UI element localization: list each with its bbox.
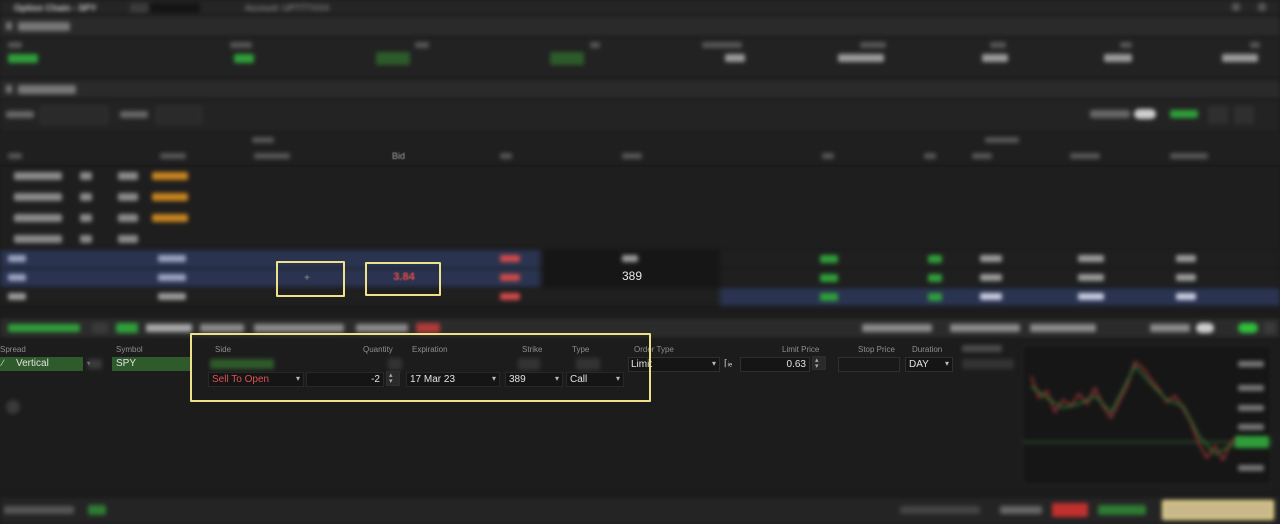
symbol-field[interactable]: SPY bbox=[112, 357, 192, 371]
dropdown-icon: ▾ bbox=[554, 374, 559, 383]
menu-icon[interactable] bbox=[1264, 322, 1276, 334]
expiration-value: 17 Mar 23 bbox=[410, 374, 456, 385]
spread-select[interactable] bbox=[40, 106, 108, 124]
table-row[interactable] bbox=[0, 229, 1280, 250]
expiration-rows bbox=[0, 166, 1280, 250]
highlighted-bid-value[interactable]: 3.84 bbox=[372, 271, 436, 287]
analyze-toggle[interactable] bbox=[1134, 109, 1156, 119]
chart-toggle[interactable] bbox=[1238, 323, 1258, 333]
window-title: Option Chain - SPY bbox=[14, 3, 97, 13]
spread-value: Vertical bbox=[16, 358, 49, 369]
collapse-icon[interactable] bbox=[6, 85, 12, 93]
settings-icon[interactable] bbox=[1208, 106, 1228, 124]
vertical-tab[interactable] bbox=[146, 324, 192, 332]
limit-price-label: Limit Price bbox=[782, 345, 820, 354]
price-chart[interactable] bbox=[1022, 345, 1273, 485]
bid-chip bbox=[376, 52, 410, 65]
symbol-value: SPY bbox=[116, 358, 137, 369]
duration-value: DAY bbox=[909, 359, 929, 370]
confirm-and-send-button[interactable] bbox=[1162, 500, 1274, 520]
option-chain-title bbox=[18, 85, 76, 94]
window-titlebar: Option Chain - SPY Account: UPTTTXXX bbox=[0, 0, 1280, 16]
order-type-label: Order Type bbox=[634, 345, 674, 354]
last-price-chip bbox=[8, 54, 38, 63]
limit-price-value: 0.63 bbox=[786, 359, 806, 370]
bid-column-header: Bid bbox=[392, 151, 406, 161]
add-leg-button[interactable]: + bbox=[304, 273, 310, 284]
chevron-icon: ⁄ bbox=[2, 358, 4, 368]
limit-price-field[interactable]: 0.63 bbox=[740, 357, 810, 372]
link-toggle-icon[interactable]: ⌈ᵢₑ bbox=[724, 358, 732, 369]
order-type-select[interactable]: Limit ▾ bbox=[628, 357, 720, 372]
strikes-select[interactable] bbox=[156, 106, 202, 124]
dropdown-icon: ▾ bbox=[711, 359, 716, 368]
status-bar bbox=[0, 496, 1280, 524]
underlying-title bbox=[18, 22, 70, 31]
chain-column-headers: Bid bbox=[0, 132, 1280, 166]
expiration-select[interactable]: 17 Mar 23 ▾ bbox=[406, 372, 500, 387]
strike-label: Strike bbox=[522, 345, 543, 354]
quantity-label: Quantity bbox=[363, 345, 393, 354]
symbol-input[interactable] bbox=[150, 3, 200, 13]
quantity-stepper[interactable]: ▴ ▾ bbox=[386, 371, 400, 386]
strike-value: 389 bbox=[509, 374, 526, 385]
limit-price-stepper[interactable]: ▴ ▾ bbox=[812, 356, 826, 370]
save-button[interactable] bbox=[1098, 505, 1146, 515]
center-strike-value: 389 bbox=[621, 269, 643, 283]
table-row[interactable] bbox=[0, 187, 1280, 208]
quantity-field[interactable]: -2 bbox=[306, 372, 384, 387]
type-value: Call bbox=[570, 374, 588, 385]
side-select[interactable]: Sell To Open ▾ bbox=[208, 372, 304, 387]
type-select[interactable]: Call ▾ bbox=[566, 372, 624, 387]
dropdown-icon: ▾ bbox=[295, 374, 300, 383]
collapse-icon[interactable] bbox=[6, 22, 12, 30]
symbol-label: Symbol bbox=[116, 345, 143, 354]
change-chip bbox=[234, 54, 254, 63]
spread-select[interactable]: ⁄ Vertical ▾ bbox=[0, 357, 91, 371]
leg1-side[interactable] bbox=[210, 359, 274, 369]
order-entry-toolbar bbox=[0, 317, 1280, 339]
side-value: Sell To Open bbox=[212, 374, 270, 385]
delete-button[interactable] bbox=[416, 323, 440, 333]
type-label: Type bbox=[572, 345, 590, 354]
delete-order-button[interactable] bbox=[1052, 503, 1088, 517]
dropdown-icon: ▾ bbox=[615, 374, 620, 383]
filter-link[interactable] bbox=[1170, 110, 1198, 118]
layout-icon[interactable] bbox=[1234, 106, 1254, 124]
symbol-chip[interactable] bbox=[130, 3, 148, 13]
underlying-quote-row bbox=[0, 38, 1280, 80]
strike-select[interactable]: 389 ▾ bbox=[505, 372, 563, 387]
single-toggle[interactable] bbox=[116, 323, 138, 333]
duration-label: Duration bbox=[912, 345, 943, 354]
expiration-label: Expiration bbox=[412, 345, 448, 354]
table-row[interactable] bbox=[0, 166, 1280, 187]
option-chain-header[interactable] bbox=[0, 80, 1280, 100]
table-row[interactable] bbox=[0, 208, 1280, 229]
stop-price-field[interactable] bbox=[838, 357, 900, 372]
duration-select[interactable]: DAY ▾ bbox=[905, 357, 953, 372]
side-label: Side bbox=[215, 345, 232, 354]
ask-chip bbox=[550, 52, 584, 65]
quantity-value: -2 bbox=[371, 374, 380, 385]
account-label: Account: UPTTTXXX bbox=[245, 3, 330, 13]
dropdown-icon: ▾ bbox=[491, 374, 496, 383]
close-icon[interactable] bbox=[1258, 3, 1266, 11]
spread-menu-icon[interactable] bbox=[88, 359, 102, 369]
link-icon[interactable] bbox=[1232, 3, 1240, 11]
underlying-section-header[interactable] bbox=[0, 16, 1280, 38]
order-entry-tab[interactable] bbox=[8, 324, 80, 332]
analyze-toggle[interactable] bbox=[1196, 323, 1214, 333]
order-type-value: Limit bbox=[631, 359, 653, 370]
spread-label: Spread bbox=[0, 345, 26, 354]
price-chart-svg bbox=[1023, 360, 1273, 462]
confirm-button[interactable] bbox=[962, 359, 1014, 369]
chain-controls bbox=[0, 100, 1280, 132]
dropdown-icon: ▾ bbox=[944, 359, 949, 368]
add-icon[interactable] bbox=[6, 400, 20, 414]
stop-price-label: Stop Price bbox=[858, 345, 895, 354]
